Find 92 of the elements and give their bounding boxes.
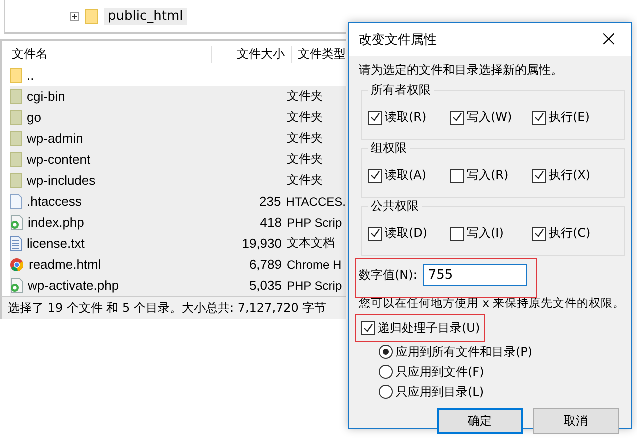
file-type: PHP Scrip (287, 278, 342, 292)
checkbox[interactable] (368, 226, 382, 240)
checkbox[interactable] (450, 226, 464, 240)
folder-icon (10, 110, 22, 125)
checkbox-label: 执行(E) (549, 109, 590, 126)
file-name: wp-admin (27, 131, 84, 146)
group-title: 所有者权限 (368, 82, 434, 99)
cancel-button[interactable]: 取消 (533, 408, 619, 434)
php-file-icon (10, 278, 23, 293)
checkbox[interactable] (450, 168, 464, 182)
group-title: 组权限 (368, 140, 410, 157)
file-name: .. (27, 68, 34, 83)
file-name: wp-content (27, 152, 91, 167)
file-name: .htaccess (27, 194, 82, 209)
folder-icon (10, 173, 22, 188)
folder-icon (10, 131, 22, 146)
checkbox-label: 写入(I) (467, 225, 504, 242)
file-name: wp-activate.php (28, 278, 120, 293)
radio-label: 应用到所有文件和目录(P) (396, 344, 533, 360)
file-type: HTACCES. (286, 194, 346, 208)
php-file-icon (10, 215, 23, 230)
column-header[interactable]: 文件大小 (212, 46, 292, 62)
file-row[interactable]: .htaccess 235 HTACCES. (10, 191, 346, 212)
ok-button[interactable]: 确定 (437, 408, 523, 434)
close-button[interactable]: × (587, 23, 631, 56)
file-name: readme.html (29, 257, 102, 272)
checkbox-label: 递归处理子目录(U) (378, 320, 480, 336)
checkbox-label: 写入(R) (467, 167, 509, 184)
folder-icon (10, 152, 22, 167)
file-size: 19,930 (242, 236, 282, 251)
dialog-title: 改变文件属性 (359, 32, 437, 48)
file-row[interactable]: wp-admin 文件夹 (10, 128, 346, 149)
column-header[interactable]: 文件名 (2, 46, 212, 62)
radio-label: 只应用到文件(F) (396, 364, 484, 380)
file-type: 文件夹 (287, 173, 323, 187)
file-icon (10, 194, 22, 209)
checkbox[interactable] (368, 110, 382, 124)
checkbox-label: 读取(R) (385, 109, 427, 126)
checkbox-label: 执行(X) (549, 167, 591, 184)
status-text: 选择了 19 个文件 和 5 个目录。大小总共: 7,127,720 字节 (8, 300, 327, 316)
checkbox[interactable] (532, 226, 546, 240)
file-row[interactable]: wp-content 文件夹 (10, 149, 346, 170)
file-size: 5,035 (249, 278, 282, 293)
file-type: 文本文档 (287, 236, 335, 250)
file-row[interactable]: cgi-bin 文件夹 (10, 86, 346, 107)
radio-label: 只应用到目录(L) (396, 384, 484, 400)
checkbox[interactable] (532, 168, 546, 182)
checkbox-label: 读取(D) (385, 225, 428, 242)
checkbox[interactable] (532, 110, 546, 124)
checkbox[interactable] (450, 110, 464, 124)
checkbox-label: 执行(C) (549, 225, 591, 242)
checkbox[interactable] (361, 321, 375, 335)
file-name: index.php (28, 215, 84, 230)
file-name: go (27, 110, 42, 125)
folder-icon (10, 89, 22, 104)
file-type: 文件夹 (287, 131, 323, 145)
file-type: Chrome H (287, 258, 342, 272)
field-label: 数字值(N): (359, 266, 418, 284)
file-name: cgi-bin (27, 89, 66, 104)
checkbox-label: 读取(A) (385, 167, 427, 184)
file-size: 235 (259, 194, 282, 209)
checkbox-label: 写入(W) (467, 109, 512, 126)
hint-text: 您可以在任何地方使用 x 来保持原先文件的权限。 (358, 296, 625, 311)
radio-button[interactable] (379, 345, 393, 359)
radio-button[interactable] (379, 365, 393, 379)
folder-icon (10, 68, 22, 83)
radio-button[interactable] (379, 385, 393, 399)
file-name: license.txt (27, 236, 85, 251)
file-row[interactable]: index.php 418 PHP Scrip (10, 212, 346, 233)
file-type: 文件夹 (287, 110, 323, 124)
file-row[interactable]: license.txt 19,930 文本文档 (10, 233, 346, 254)
file-row[interactable]: go 文件夹 (10, 107, 346, 128)
file-row[interactable]: wp-includes 文件夹 (10, 170, 346, 191)
file-row[interactable]: wp-activate.php 5,035 PHP Scrip (10, 275, 346, 296)
dialog-description: 请为选定的文件和目录选择新的属性。 (358, 62, 564, 79)
checkbox[interactable] (368, 168, 382, 182)
file-name: wp-includes (27, 173, 96, 188)
text-file-icon (10, 236, 22, 251)
folder-icon (85, 9, 98, 24)
file-type: 文件夹 (287, 89, 323, 103)
file-size: 6,789 (249, 257, 282, 272)
group-title: 公共权限 (368, 198, 422, 215)
tree-item[interactable]: public_html (104, 8, 188, 25)
file-type: 文件夹 (287, 152, 323, 166)
file-size: 418 (260, 215, 282, 230)
column-header[interactable]: 文件类型 (292, 46, 346, 62)
browser-icon (10, 258, 24, 272)
file-row[interactable]: readme.html 6,789 Chrome H (10, 254, 346, 275)
file-row[interactable]: .. (10, 65, 346, 86)
numeric-field[interactable]: 755 (423, 264, 528, 286)
expand-icon[interactable] (70, 12, 79, 21)
file-type: PHP Scrip (287, 216, 342, 230)
